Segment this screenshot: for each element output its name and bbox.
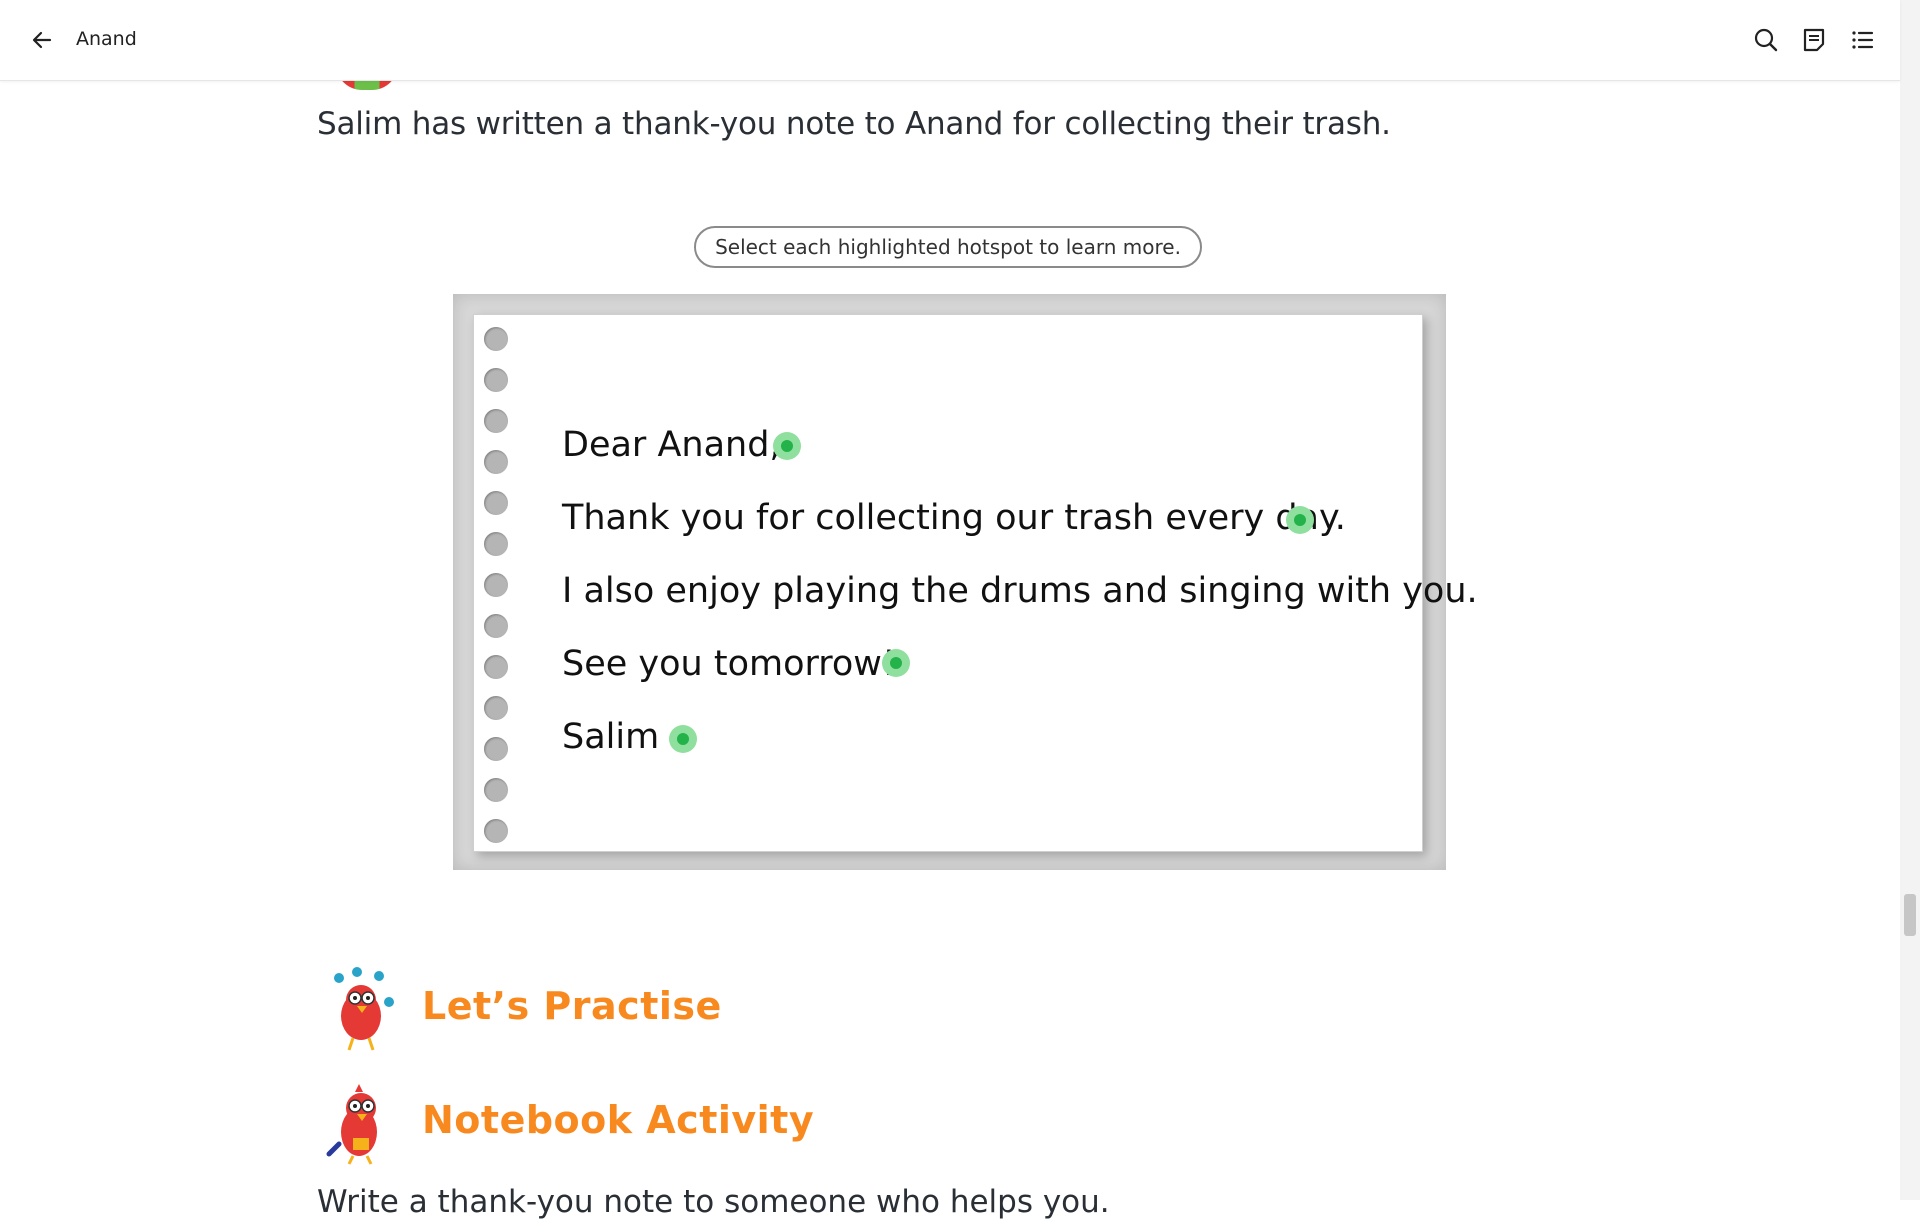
binder-hole: [484, 327, 508, 351]
thank-you-note-figure: Dear Anand, Thank you for collecting our…: [453, 294, 1478, 870]
scrollbar-thumb[interactable]: [1904, 894, 1916, 936]
hotspot-greeting[interactable]: [773, 432, 801, 460]
hotspot-closing[interactable]: [882, 649, 910, 677]
lets-practise-heading: Let’s Practise: [422, 984, 722, 1028]
book-title: Anand: [76, 28, 137, 50]
binder-hole: [484, 696, 508, 720]
binder-hole: [484, 409, 508, 433]
binder-hole: [484, 778, 508, 802]
note-line-2: I also enjoy playing the drums and singi…: [562, 571, 1478, 611]
table-of-contents-icon: [1852, 31, 1874, 49]
note-paper: Dear Anand, Thank you for collecting our…: [473, 314, 1478, 852]
hotspot-instruction: Select each highlighted hotspot to learn…: [694, 226, 1202, 268]
activity-paragraph: Write a thank-you note to someone who he…: [317, 1184, 1110, 1220]
notebook-activity-heading: Notebook Activity: [422, 1098, 815, 1142]
binder-hole: [484, 614, 508, 638]
parrot-mascot-icon: [326, 1084, 377, 1165]
table-of-contents-button[interactable]: [1846, 24, 1878, 56]
arrow-left-icon: [32, 31, 52, 49]
juggling-parrot-icon: [334, 967, 394, 1051]
section-notebook-activity: Notebook Activity: [317, 1076, 917, 1176]
search-button[interactable]: [1750, 24, 1782, 56]
note-closing: See you tomorrow!: [562, 644, 896, 684]
binder-hole: [484, 450, 508, 474]
top-bar: Anand: [0, 0, 1900, 81]
binder-hole: [484, 819, 508, 843]
binder-hole: [484, 491, 508, 515]
scrollbar-track[interactable]: [1900, 0, 1920, 1200]
hotspot-body[interactable]: [1286, 506, 1314, 534]
intro-paragraph: Salim has written a thank-you note to An…: [317, 106, 1391, 142]
binder-hole: [484, 655, 508, 679]
section-lets-practise: Let’s Practise: [317, 962, 917, 1062]
notes-icon: [1803, 28, 1825, 52]
binder-hole: [484, 532, 508, 556]
binder-hole: [484, 737, 508, 761]
binder-hole: [484, 573, 508, 597]
back-button[interactable]: [26, 24, 58, 56]
notes-button[interactable]: [1798, 24, 1830, 56]
hotspot-signature[interactable]: [669, 725, 697, 753]
note-greeting: Dear Anand,: [562, 425, 781, 465]
note-signature: Salim: [562, 717, 660, 757]
binder-hole: [484, 368, 508, 392]
note-line-1: Thank you for collecting our trash every…: [562, 498, 1346, 538]
search-icon: [1754, 28, 1778, 52]
